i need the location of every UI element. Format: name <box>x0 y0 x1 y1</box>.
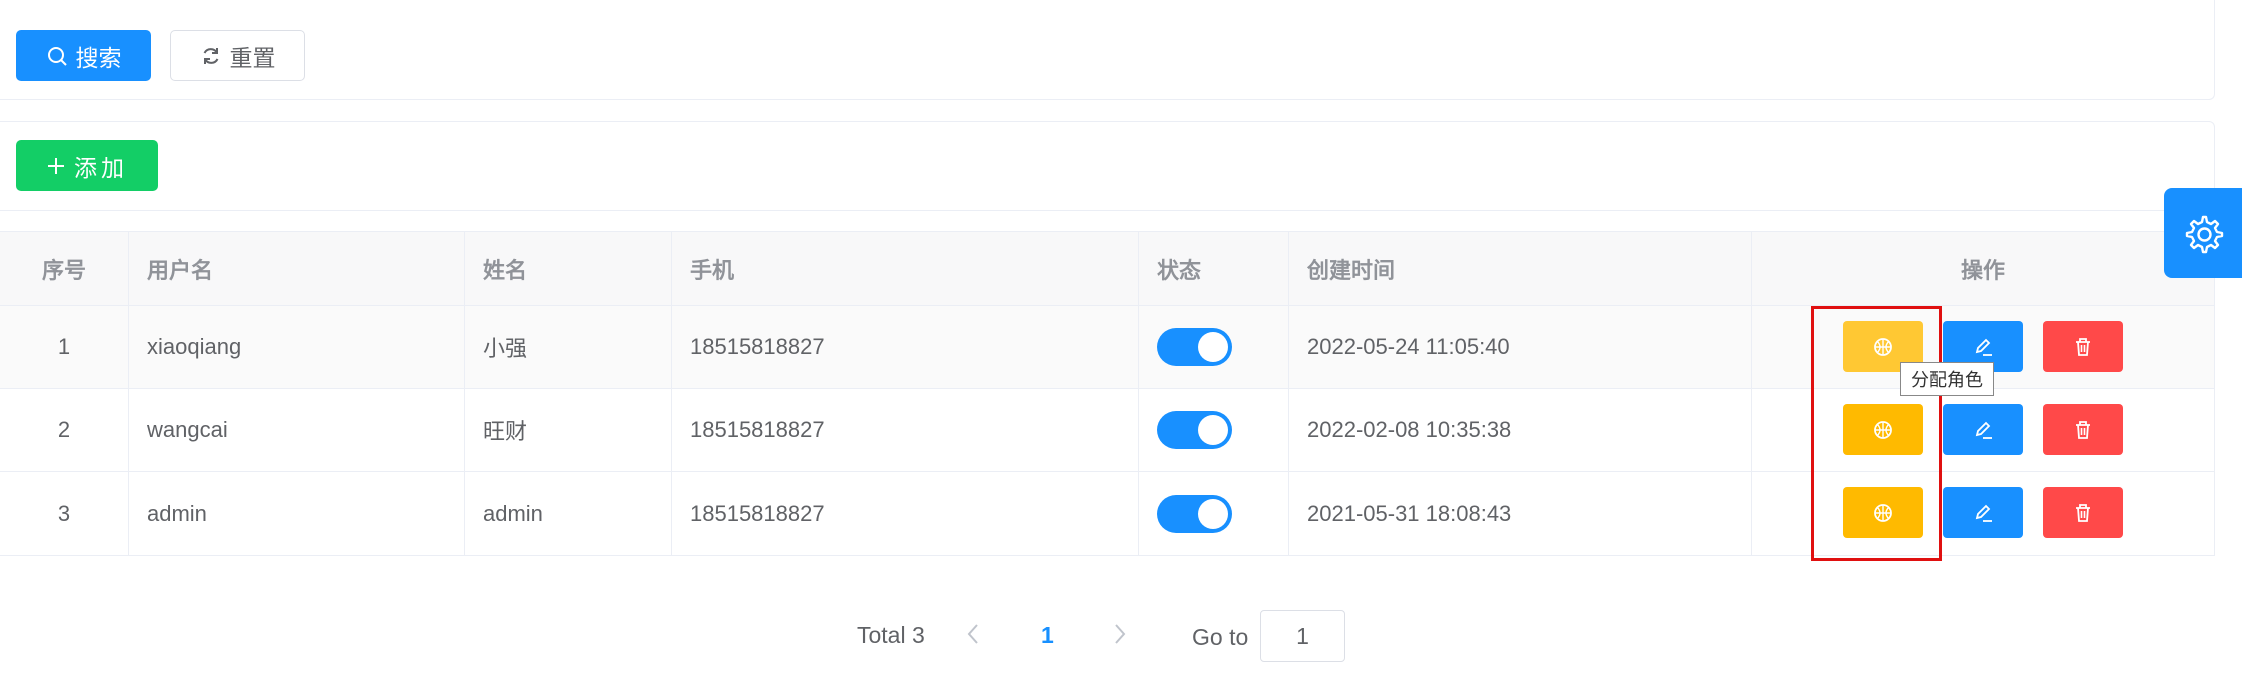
reset-button-label: 重置 <box>229 44 276 71</box>
add-button[interactable]: 添加 <box>16 140 158 191</box>
delete-button[interactable] <box>2043 487 2123 538</box>
goto-input[interactable] <box>1260 610 1345 662</box>
header-index[interactable]: 序号 <box>0 232 129 305</box>
row-name: admin <box>465 472 672 555</box>
chevron-right-icon[interactable] <box>1112 620 1128 654</box>
row-index: 1 <box>0 306 129 388</box>
trash-icon <box>2076 503 2090 522</box>
delete-button[interactable] <box>2043 321 2123 372</box>
header-status[interactable]: 状态 <box>1139 232 1289 305</box>
edit-button[interactable] <box>1943 487 2023 538</box>
highlight-box <box>1811 306 1942 561</box>
pagination-total: Total 3 <box>857 622 925 648</box>
edit-icon <box>1975 504 1992 522</box>
edit-button[interactable] <box>1943 404 2023 455</box>
goto-label: Go to <box>1192 624 1249 650</box>
delete-button[interactable] <box>2043 404 2123 455</box>
row-phone: 18515818827 <box>672 472 1139 555</box>
row-username: wangcai <box>129 389 465 471</box>
plus-icon <box>46 156 66 176</box>
chevron-left-icon[interactable] <box>965 620 981 654</box>
pagination-page[interactable]: 1 <box>1041 622 1054 649</box>
row-name: 旺财 <box>465 389 672 471</box>
header-created[interactable]: 创建时间 <box>1289 232 1752 305</box>
add-button-label: 添加 <box>74 154 128 181</box>
search-button-label: 搜索 <box>75 44 122 71</box>
header-actions[interactable]: 操作 <box>1752 232 2214 305</box>
row-index: 3 <box>0 472 129 555</box>
status-toggle[interactable] <box>1157 328 1232 366</box>
edit-icon <box>1975 421 1992 439</box>
settings-button[interactable] <box>2164 188 2242 278</box>
row-status-cell <box>1139 306 1289 388</box>
gear-icon <box>2185 215 2224 254</box>
header-username[interactable]: 用户名 <box>129 232 465 305</box>
row-username: admin <box>129 472 465 555</box>
status-toggle[interactable] <box>1157 411 1232 449</box>
row-created: 2021-05-31 18:08:43 <box>1289 472 1752 555</box>
pagination: Total 3 1 Go to <box>0 610 2242 662</box>
status-toggle[interactable] <box>1157 494 1232 533</box>
header-phone[interactable]: 手机 <box>672 232 1139 305</box>
row-phone: 18515818827 <box>672 306 1139 388</box>
row-created: 2022-05-24 11:05:40 <box>1289 306 1752 388</box>
search-button[interactable]: 搜索 <box>16 30 151 81</box>
row-username: xiaoqiang <box>129 306 465 388</box>
header-name[interactable]: 姓名 <box>465 232 672 305</box>
search-panel: 搜索 重置 <box>0 0 2215 100</box>
row-created: 2022-02-08 10:35:38 <box>1289 389 1752 471</box>
toolbar-panel: 添加 <box>0 121 2215 211</box>
row-status-cell <box>1139 472 1289 555</box>
trash-icon <box>2076 337 2090 356</box>
assign-role-tooltip: 分配角色 <box>1900 362 1994 396</box>
trash-icon <box>2076 420 2090 439</box>
row-phone: 18515818827 <box>672 389 1139 471</box>
row-status-cell <box>1139 389 1289 471</box>
table-header: 序号 用户名 姓名 手机 状态 创建时间 操作 <box>0 232 2214 306</box>
row-index: 2 <box>0 389 129 471</box>
row-name: 小强 <box>465 306 672 388</box>
reset-button[interactable]: 重置 <box>170 30 305 81</box>
search-icon <box>46 45 68 67</box>
edit-icon <box>1975 338 1992 356</box>
refresh-icon <box>200 45 222 67</box>
